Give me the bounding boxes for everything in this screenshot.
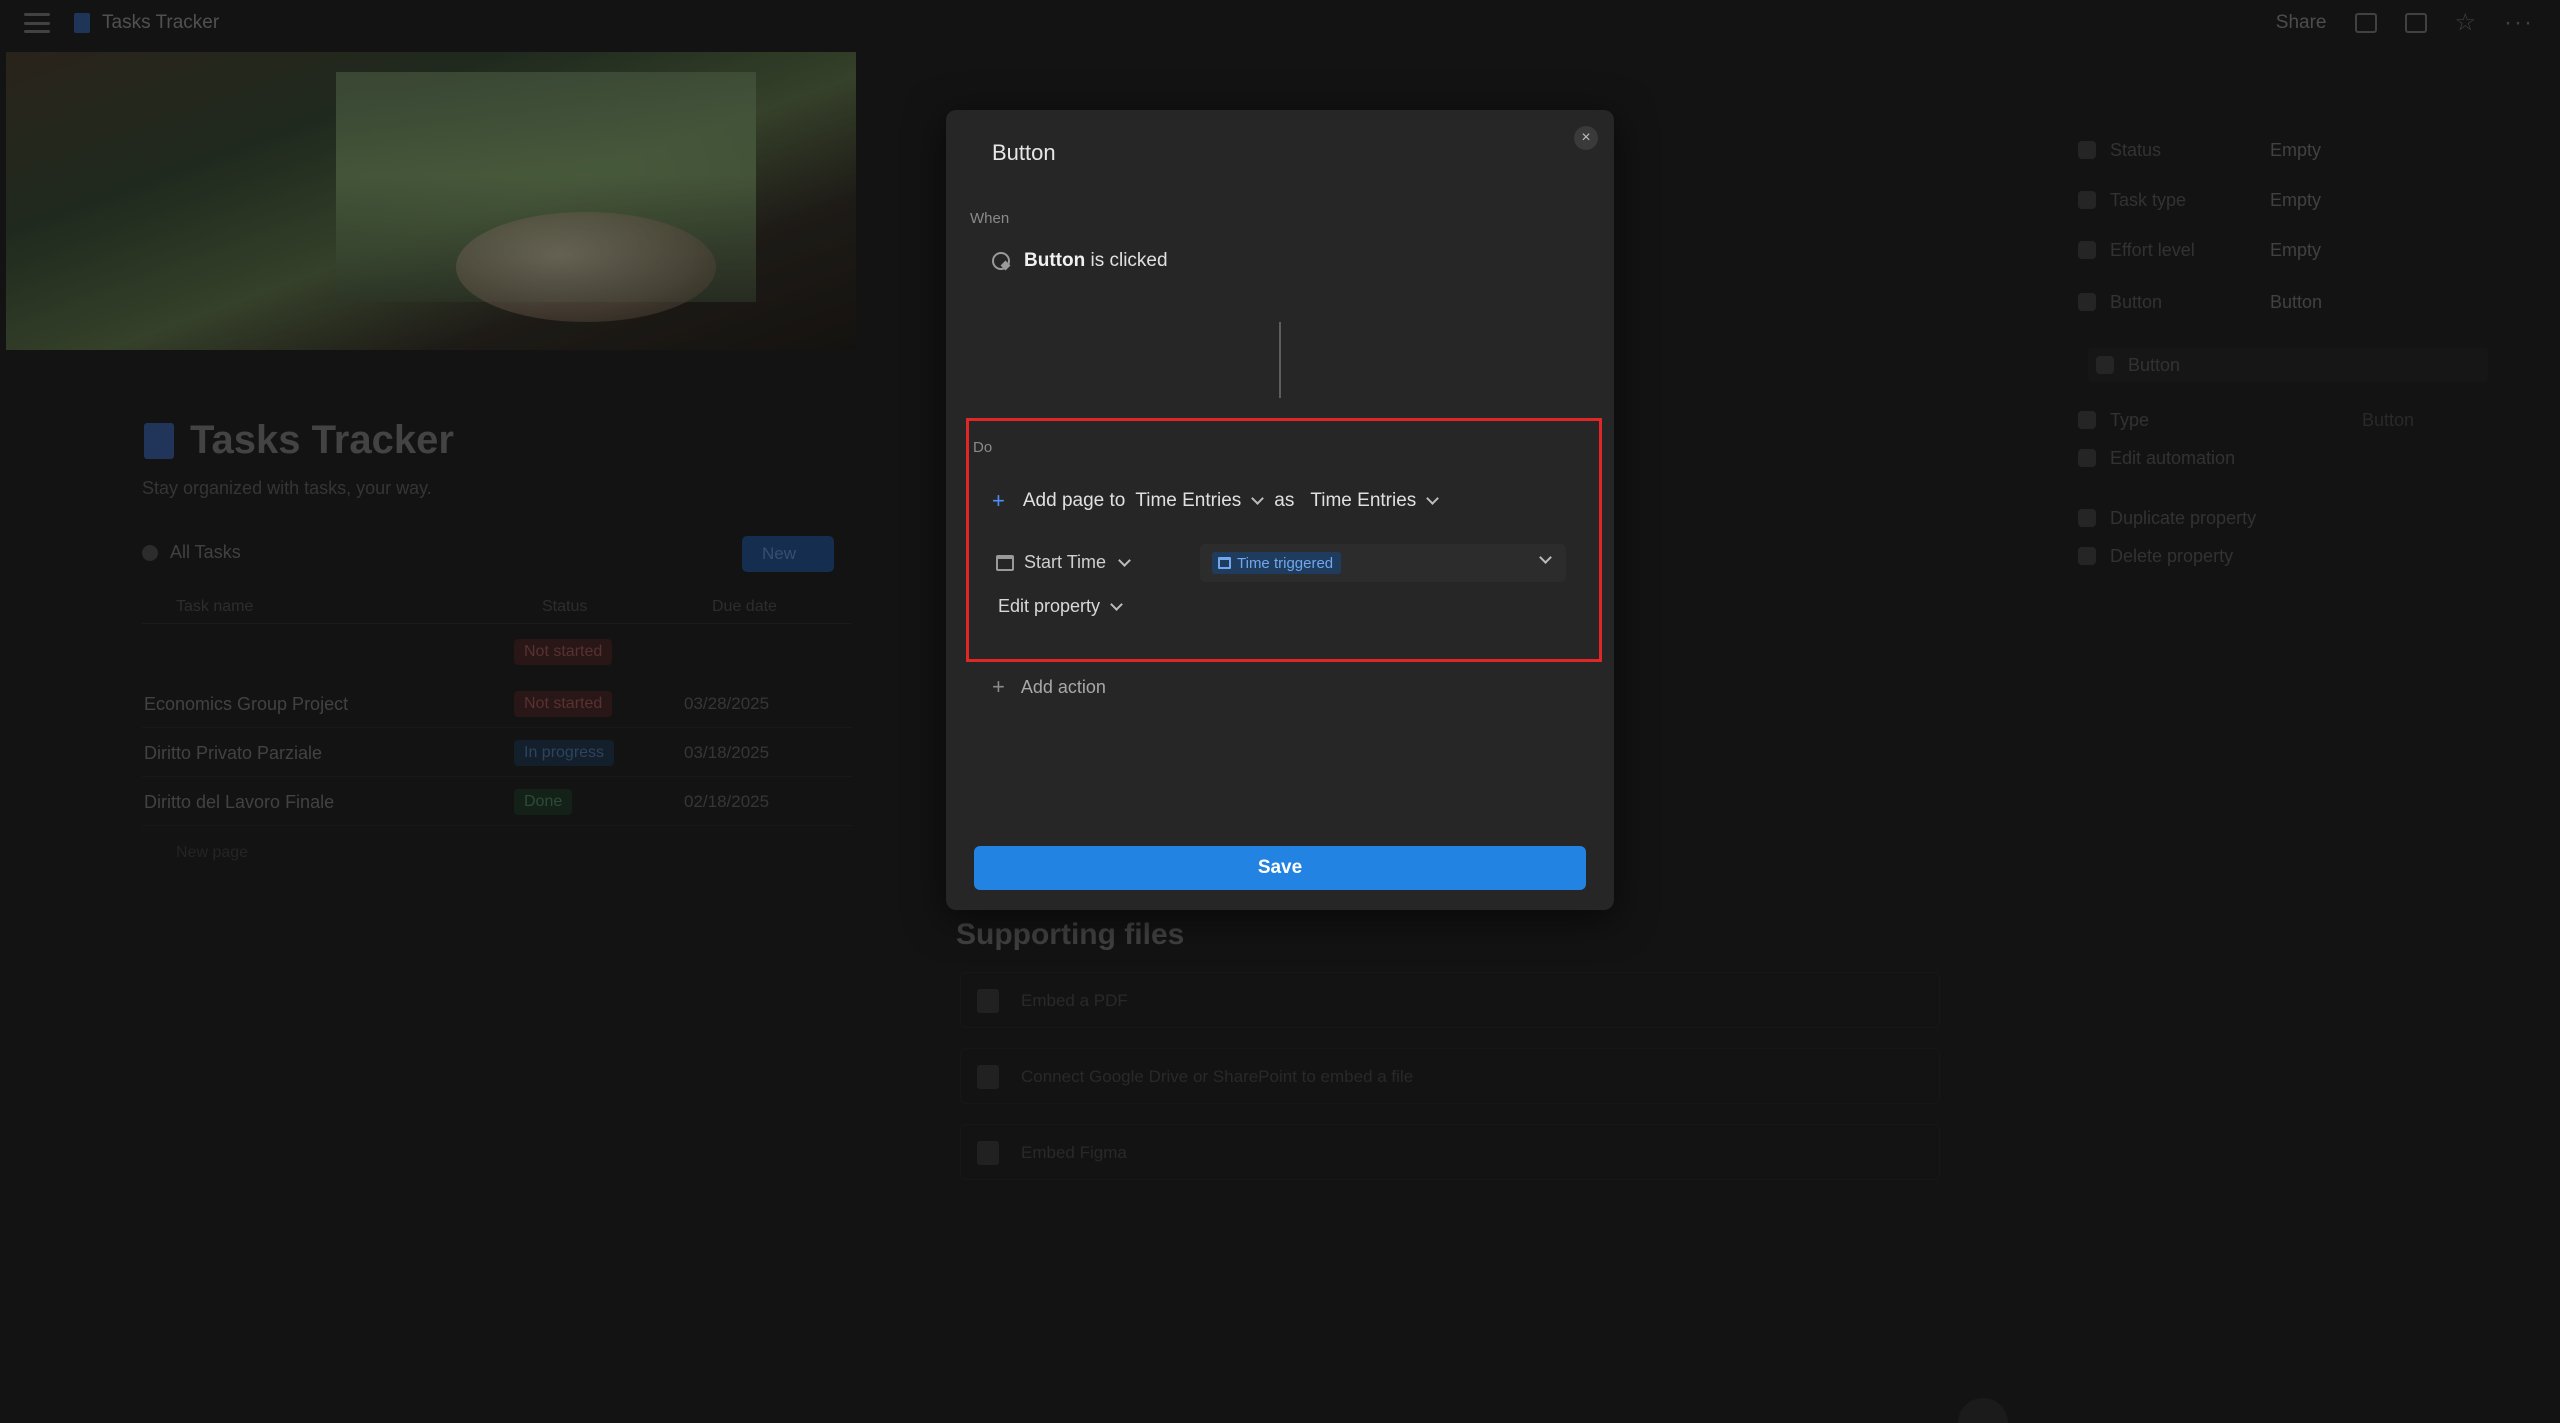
- button-automation-dialog: Button × When Button is clicked Do + Add…: [946, 110, 1614, 910]
- when-label: When: [970, 210, 1010, 227]
- cursor-click-icon: [992, 252, 1010, 270]
- dialog-title: Button: [992, 140, 1056, 165]
- calendar-icon: [1218, 557, 1231, 569]
- action-prefix: Add page to: [1022, 490, 1126, 511]
- step-connector-line: [1279, 322, 1281, 398]
- database-dropdown[interactable]: Time Entries: [1125, 486, 1272, 516]
- save-button[interactable]: Save: [974, 846, 1586, 890]
- do-label: Do: [973, 439, 993, 456]
- chevron-down-icon: [1539, 551, 1552, 564]
- plus-icon: +: [992, 488, 1005, 513]
- template-dropdown[interactable]: Time Entries: [1300, 486, 1447, 516]
- do-section-highlight: Do: [966, 418, 1602, 662]
- plus-icon: +: [992, 674, 1005, 699]
- chevron-down-icon: [1110, 597, 1123, 611]
- close-button[interactable]: ×: [1574, 126, 1598, 150]
- calendar-icon: [996, 554, 1014, 571]
- property-value-select[interactable]: Time triggered: [1200, 544, 1566, 582]
- time-triggered-tag: Time triggered: [1212, 552, 1342, 574]
- chevron-down-icon: [1426, 492, 1440, 505]
- chevron-down-icon: [1251, 492, 1265, 505]
- trigger-row[interactable]: Button is clicked: [992, 250, 1168, 272]
- property-selector[interactable]: Start Time: [996, 552, 1131, 573]
- chevron-down-icon: [1118, 553, 1131, 567]
- property-assignment-row: Start Time Time triggered: [996, 544, 1566, 584]
- trigger-text: Button is clicked: [1024, 250, 1168, 271]
- edit-property-button[interactable]: Edit property: [998, 596, 1123, 617]
- add-action-button[interactable]: + Add action: [992, 674, 1106, 700]
- add-page-action: + Add page to Time Entries as Time Entri…: [992, 486, 1447, 516]
- action-mid-text: as: [1274, 490, 1295, 511]
